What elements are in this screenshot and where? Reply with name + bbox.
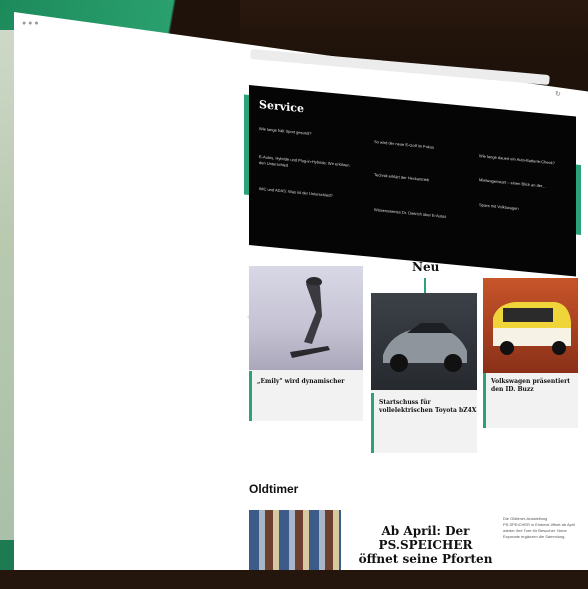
service-link[interactable]: Wie lange hält Sport gesund? [259, 126, 354, 141]
article-card[interactable]: Startschuss für vollelektrischen Toyota … [371, 293, 477, 453]
article-title[interactable]: Volkswagen präsentiert den ID. Buzz [491, 378, 578, 394]
service-link[interactable]: Wissenswertes Dr. Dietrich über E-Autos [374, 207, 469, 222]
car-icon [383, 323, 467, 372]
oldtimer-teaser: Die Oldtimer-Ausstellung PS.SPEICHER in … [503, 516, 575, 539]
article-image [483, 278, 578, 373]
service-link[interactable]: IMC und ADAS: Was ist der Unterschied? [259, 186, 354, 201]
service-link[interactable]: Technik erklärt der Heckantrieb [374, 172, 469, 187]
service-title: Service [259, 97, 305, 116]
card-accent [483, 373, 486, 428]
article-image [249, 266, 363, 370]
background-map-screen [0, 30, 16, 570]
service-link[interactable]: E-Autos, Hybride und Plug-in-Hybride: Wi… [259, 154, 354, 175]
service-panel: Service Wie lange hält Sport gesund? E-A… [244, 85, 581, 277]
article-title[interactable]: „Emily" wird dynamischer [257, 378, 344, 386]
article-card[interactable]: Volkswagen präsentiert den ID. Buzz [483, 278, 578, 428]
article-card[interactable]: „Emily" wird dynamischer [249, 266, 363, 421]
service-link[interactable]: So wird der neue E-Golf im Fokus [374, 139, 469, 154]
window-controls-icon[interactable]: ● ● ● [22, 20, 39, 27]
oldtimer-image[interactable] [249, 510, 341, 570]
oldtimer-headline[interactable]: Ab April: Der PS.SPEICHER öffnet seine P… [358, 524, 493, 566]
service-link[interactable]: Spare mit Volkswagen [479, 202, 574, 217]
carousel-prev-icon[interactable]: ‹ [247, 312, 250, 321]
article-title[interactable]: Startschuss für vollelektrischen Toyota … [379, 399, 477, 415]
card-accent [371, 393, 374, 453]
section-title-neu: Neu [412, 260, 440, 274]
statue-icon [290, 277, 330, 358]
reload-icon[interactable]: ↻ [555, 90, 561, 98]
section-title-oldtimer: Oldtimer [249, 482, 299, 496]
service-link[interactable]: Wie lange dauert ein Auto-Batterie-Check… [479, 153, 574, 168]
card-accent [249, 371, 252, 421]
article-image [371, 293, 477, 390]
van-icon [493, 302, 571, 355]
service-accent-bar [244, 94, 249, 195]
service-link[interactable]: Mietwagenstart – einen Blick an der... [479, 177, 574, 192]
monitor-bezel [0, 570, 588, 589]
service-accent-bar-right [576, 164, 581, 235]
